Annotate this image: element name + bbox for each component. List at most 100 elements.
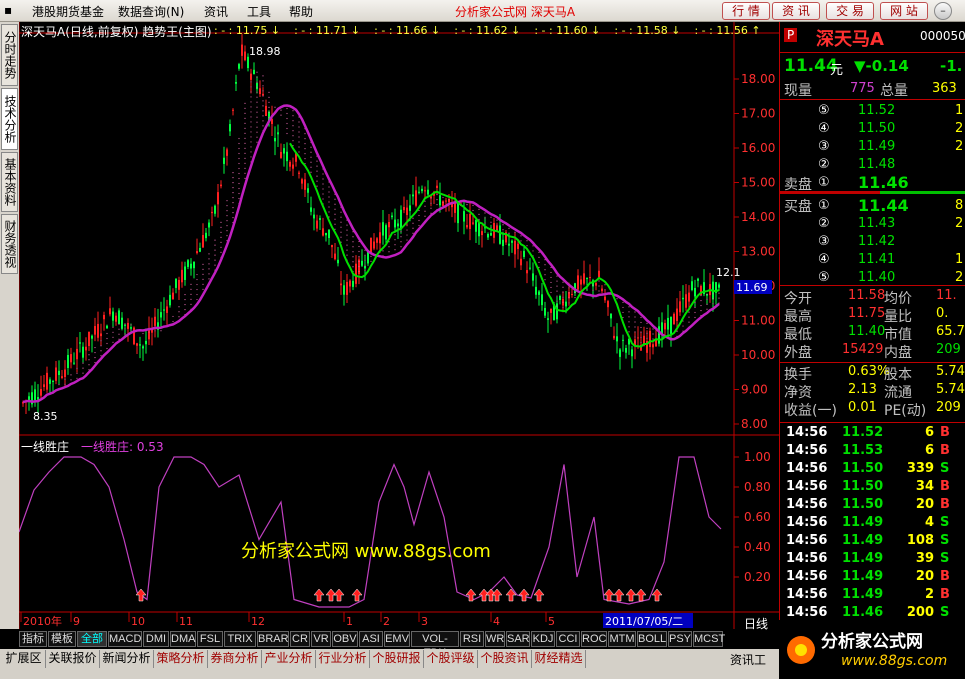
indicator-tab[interactable]: VOL-TDX <box>411 631 459 659</box>
nav-tab[interactable]: 券商分析 <box>208 650 262 668</box>
stat-label: 股本 <box>884 367 912 383</box>
candle-body <box>682 297 684 300</box>
nav-tab[interactable]: 新闻分析 <box>100 650 154 668</box>
indicator-tab[interactable]: VR <box>311 631 331 647</box>
candle-body <box>349 280 351 287</box>
nav-tab[interactable]: 策略分析 <box>154 650 208 668</box>
indicator-tab[interactable]: DMI <box>143 631 169 647</box>
current-price-tag: 11.69 <box>736 281 768 294</box>
candle-body <box>364 265 366 269</box>
right-nav-tab[interactable]: 资讯工 <box>730 651 766 668</box>
candle-body <box>445 200 447 202</box>
tick-side: S <box>940 605 950 620</box>
bid-price: 11.42 <box>858 234 896 249</box>
indicator-tab[interactable]: MACD <box>108 631 142 647</box>
menu-icon[interactable]: ▪ <box>4 3 12 17</box>
nav-tab[interactable]: 关联报价 <box>46 650 100 668</box>
tick-side: B <box>940 443 950 458</box>
candle-body <box>676 308 678 321</box>
bid-volume: 2 <box>955 270 964 285</box>
candle-body <box>169 294 171 306</box>
ask-volume: 2 <box>955 139 964 154</box>
indicator-tab[interactable]: KDJ <box>531 631 555 647</box>
menu-data-query[interactable]: 数据查询(N) <box>118 3 184 20</box>
tab-finance[interactable]: 财务透视 <box>1 214 18 274</box>
stat-value: 11.40 <box>848 324 886 339</box>
tab-technical[interactable]: 技术分析 <box>1 88 18 150</box>
news-button[interactable]: 资 讯 <box>772 2 820 20</box>
nav-tab[interactable]: 个股研报 <box>370 650 424 668</box>
candle-body <box>208 222 210 228</box>
nav-tab[interactable]: 个股资讯 <box>478 650 532 668</box>
candle-body <box>622 339 624 341</box>
nav-tab[interactable]: 产业分析 <box>262 650 316 668</box>
nav-tab[interactable]: 个股评级 <box>424 650 478 668</box>
indicator-tab[interactable]: MTM <box>608 631 636 647</box>
tab-profile[interactable]: 基本资料 <box>1 152 18 212</box>
tick-volume: 339 <box>906 461 934 476</box>
time-axis-label: 2 <box>383 615 390 628</box>
indicator-tab[interactable]: CR <box>290 631 310 647</box>
candle-body <box>94 326 96 335</box>
indicator-tab[interactable]: SAR <box>506 631 530 647</box>
candle-body <box>436 185 438 189</box>
candle-body <box>67 354 69 369</box>
candle-body <box>463 211 465 222</box>
candle-body <box>121 317 123 329</box>
nav-tab[interactable]: 行业分析 <box>316 650 370 668</box>
menu-news[interactable]: 资讯 <box>204 3 228 20</box>
stat-value: 209 <box>936 400 961 415</box>
indicator-tab[interactable]: ASI <box>359 631 383 647</box>
menu-help[interactable]: 帮助 <box>289 3 313 20</box>
indicator-tab[interactable]: EMV <box>384 631 410 647</box>
candle-body <box>265 105 267 117</box>
indicator-tab[interactable]: ROC <box>581 631 607 647</box>
candle-body <box>334 253 336 260</box>
bid-level: ① <box>818 198 830 213</box>
candle-body <box>457 202 459 224</box>
candle-body <box>256 82 258 90</box>
nav-tab[interactable]: 扩展区 <box>2 650 46 668</box>
indicator-tab[interactable]: BOLL <box>637 631 667 647</box>
candle-body <box>286 151 288 162</box>
indicator-tab[interactable]: 全部 <box>77 631 107 647</box>
indicator-tab[interactable]: MCST <box>693 631 725 647</box>
menu-tools[interactable]: 工具 <box>247 3 271 20</box>
tab-intraday[interactable]: 分时走势 <box>1 24 18 86</box>
candle-body <box>532 273 534 281</box>
indicator-tab[interactable]: OBV <box>332 631 358 647</box>
website-button[interactable]: 网 站 <box>880 2 928 20</box>
nav-tab[interactable]: 财经精选 <box>532 650 586 668</box>
stat-value: 5.74 <box>936 382 965 397</box>
indicator-tab[interactable]: CCI <box>556 631 580 647</box>
bid-price: 11.44 <box>858 196 909 215</box>
nav-tabs: 扩展区 关联报价 新闻分析 策略分析 券商分析 产业分析 行业分析 个股研报 个股评级 个股资讯财… <box>0 649 779 679</box>
indicator-tab[interactable]: WR <box>485 631 505 647</box>
indicator-tab[interactable]: 模板 <box>48 631 76 647</box>
candle-body <box>103 314 105 320</box>
indicator-tab[interactable]: FSL <box>197 631 223 647</box>
quote-button[interactable]: 行 情 <box>722 2 770 20</box>
tick-side: S <box>940 533 950 548</box>
candle-body <box>343 285 345 295</box>
indicator-tab[interactable]: PSY <box>668 631 692 647</box>
indicator-tab[interactable]: BRAR <box>257 631 289 647</box>
tick-volume: 6 <box>924 443 934 458</box>
candle-body <box>250 73 252 80</box>
total-value: 363 <box>932 81 957 96</box>
indicator-tab[interactable]: RSI <box>460 631 484 647</box>
candle-body <box>178 279 180 290</box>
minimize-icon[interactable]: – <box>934 2 952 20</box>
candle-body <box>427 189 429 195</box>
indicator-tab[interactable]: TRIX <box>224 631 256 647</box>
candle-body <box>274 137 276 142</box>
indicator-tab[interactable]: DMA <box>170 631 196 647</box>
candle-body <box>346 281 348 295</box>
ask-volume: 2 <box>955 121 964 136</box>
kline-chart-area[interactable]: 18.0017.0016.0015.0014.0013.0012.0011.00… <box>19 22 779 631</box>
candle-body <box>85 346 87 351</box>
indicator-tab[interactable]: 指标 <box>19 631 47 647</box>
trade-button[interactable]: 交 易 <box>826 2 874 20</box>
menu-hk-futures[interactable]: 港股期货基金 <box>32 3 104 20</box>
candle-body <box>652 344 654 348</box>
